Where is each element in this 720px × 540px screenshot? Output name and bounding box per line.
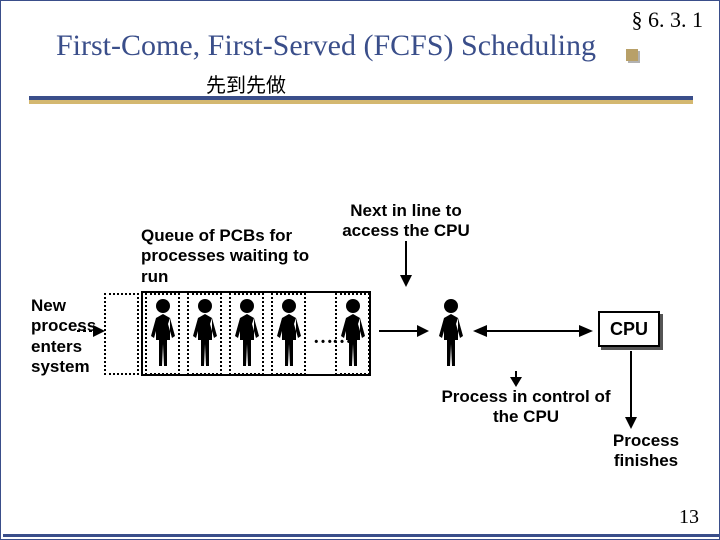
slide: § 6. 3. 1 First-Come, First-Served (FCFS… xyxy=(0,0,720,540)
arrow-right-icon xyxy=(379,324,429,343)
person-icon xyxy=(338,298,368,370)
arrow-down-icon xyxy=(621,351,641,434)
title-bullet-icon xyxy=(626,49,638,61)
label-next-in-line: Next in line to access the CPU xyxy=(321,201,491,242)
slide-title: First-Come, First-Served (FCFS) Scheduli… xyxy=(56,29,596,63)
queue-slot-incoming xyxy=(104,293,139,375)
arrow-down-icon xyxy=(506,371,526,392)
person-icon xyxy=(274,298,304,370)
bottom-rule xyxy=(3,534,719,537)
label-process-control: Process in control of the CPU xyxy=(441,387,611,428)
title-rule-gold xyxy=(29,100,693,104)
arrow-right-dashed-icon xyxy=(77,324,105,343)
page-number: 13 xyxy=(679,506,699,529)
person-icon xyxy=(148,298,178,370)
slide-subtitle: 先到先做 xyxy=(206,69,286,98)
label-process-finishes: Process finishes xyxy=(601,431,691,472)
label-queue: Queue of PCBs for processes waiting to r… xyxy=(141,226,341,287)
person-icon-running xyxy=(436,298,466,370)
cpu-box: CPU xyxy=(598,311,660,347)
person-icon xyxy=(190,298,220,370)
section-reference: § 6. 3. 1 xyxy=(632,7,704,33)
arrow-bidirectional-icon xyxy=(473,324,593,343)
person-icon xyxy=(232,298,262,370)
arrow-down-icon xyxy=(396,241,416,292)
